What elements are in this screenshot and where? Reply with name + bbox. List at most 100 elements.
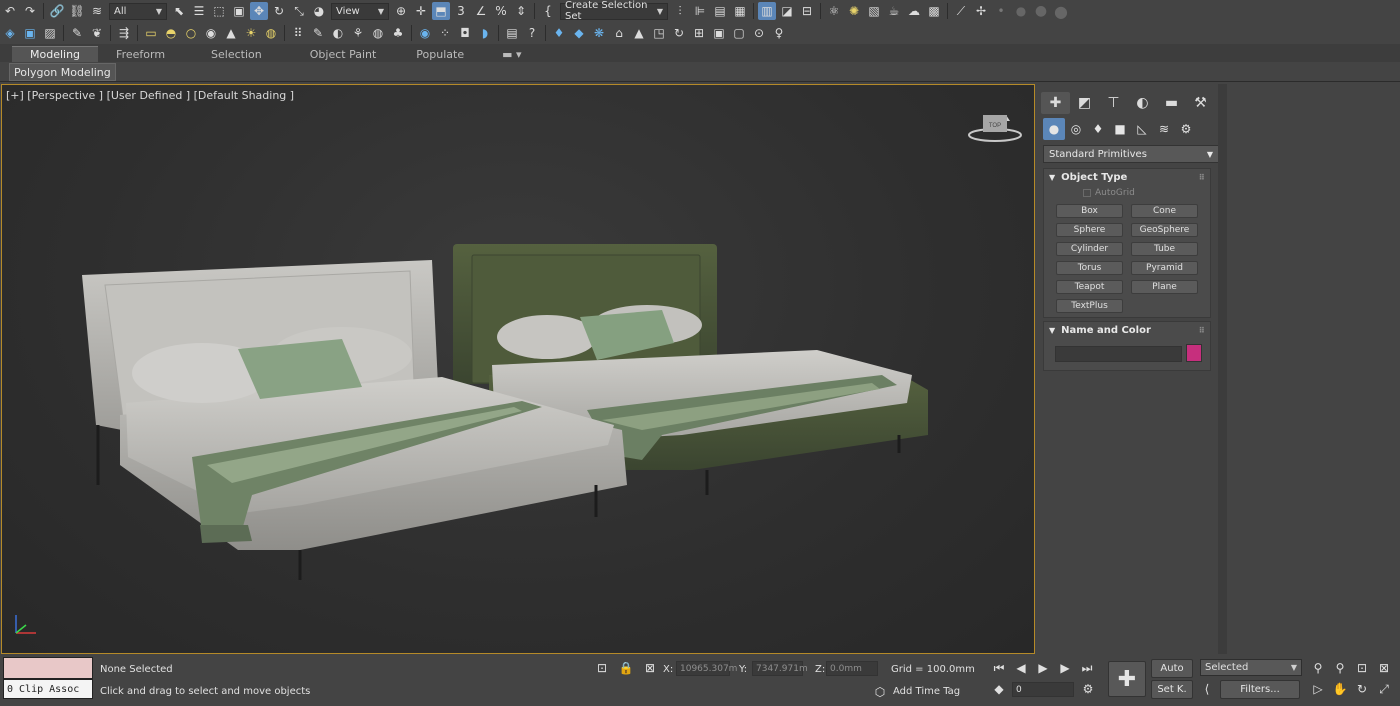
edit-named-sets-icon[interactable]: { [539, 2, 557, 20]
snap-toggle-icon[interactable]: 3 [452, 2, 470, 20]
align-icon[interactable]: ⊫ [691, 2, 709, 20]
tool-j-icon[interactable]: ⊙ [750, 24, 768, 42]
shapes-icon[interactable]: ◎ [1065, 118, 1087, 140]
torus-button[interactable]: Torus [1056, 261, 1123, 275]
add-time-tag[interactable]: Add Time Tag [893, 686, 960, 697]
dot-small-icon[interactable]: • [992, 2, 1010, 20]
zoom-all-icon[interactable]: ⚲ [1332, 660, 1348, 676]
render-in-cloud-icon[interactable]: ☁ [905, 2, 923, 20]
zoom-extents-icon[interactable]: ⊡ [1354, 660, 1370, 676]
isolate-selection-icon[interactable]: ⊡ [594, 660, 610, 676]
plane-button[interactable]: Plane [1131, 280, 1198, 294]
window-crossing-icon[interactable]: ▣ [230, 2, 248, 20]
modify-tab-icon[interactable]: ◩ [1070, 92, 1099, 114]
command-panel-scrollbar[interactable] [1218, 84, 1227, 654]
link-icon[interactable]: 🔗 [48, 2, 66, 20]
undo-icon[interactable]: ↶ [1, 2, 19, 20]
rendered-frame-window-icon[interactable]: ▧ [865, 2, 883, 20]
maximize-viewport-icon[interactable]: ⤢ [1376, 681, 1392, 697]
angle-snap-icon[interactable]: ∠ [472, 2, 490, 20]
rotate-icon[interactable]: ↻ [270, 2, 288, 20]
absolute-mode-icon[interactable]: ⊠ [642, 660, 658, 676]
named-selection-dropdown[interactable]: Create Selection Set ▼ [560, 0, 668, 22]
viewcube[interactable]: TOP [968, 115, 1022, 142]
crosshair-icon[interactable]: ✢ [972, 2, 990, 20]
space-warps-icon[interactable]: ≋ [1153, 118, 1175, 140]
cone-button[interactable]: Cone [1131, 204, 1198, 218]
proxy-icon[interactable]: ⠿ [289, 24, 307, 42]
key-mode-icon[interactable]: ◆ [991, 681, 1007, 697]
a360-gallery-icon[interactable]: ▩ [925, 2, 943, 20]
tab-modeling[interactable]: Modeling [12, 46, 99, 62]
globe-icon[interactable]: ◍ [369, 24, 387, 42]
orbit-icon[interactable]: ↻ [1354, 681, 1370, 697]
sphere-button[interactable]: Sphere [1056, 223, 1123, 237]
spinner-snap-icon[interactable]: ⇕ [512, 2, 530, 20]
ref-coord-dropdown[interactable]: View ▼ [331, 2, 389, 20]
select-object-icon[interactable]: ⬉ [170, 2, 188, 20]
perspective-viewport[interactable]: TOP [+] [Perspective ] [User Defined ] [… [1, 84, 1035, 654]
key-filters-icon[interactable]: ⟨ [1199, 681, 1215, 697]
geometry-icon[interactable]: ● [1043, 118, 1065, 140]
x-coordinate-field[interactable]: 10965.307m [676, 661, 737, 676]
brush-preset-icon[interactable]: ✎ [68, 24, 86, 42]
tube-button[interactable]: Tube [1131, 242, 1198, 256]
light-plane-icon[interactable]: ▭ [142, 24, 160, 42]
pivot-center-icon[interactable]: ⊕ [392, 2, 410, 20]
go-to-end-icon[interactable]: ⏭ [1079, 660, 1095, 676]
z-coordinate-field[interactable]: 0.0mm [826, 661, 878, 676]
polygon-modeling-panel[interactable]: Polygon Modeling [9, 63, 116, 81]
redo-icon[interactable]: ↷ [21, 2, 39, 20]
filters-button[interactable]: Filters... [1220, 680, 1300, 699]
lights-icon[interactable]: ♦ [1087, 118, 1109, 140]
field-of-view-icon[interactable]: ▷ [1310, 681, 1326, 697]
dot-medium-icon[interactable]: ● [1012, 2, 1030, 20]
rect-selection-icon[interactable]: ⬚ [210, 2, 228, 20]
tool-c-icon[interactable]: ⌂ [610, 24, 628, 42]
tab-object-paint[interactable]: Object Paint [290, 46, 397, 62]
schematic-view-icon[interactable]: ⊟ [798, 2, 816, 20]
tab-selection[interactable]: Selection [183, 46, 290, 62]
tool-k-icon[interactable]: ♀ [770, 24, 788, 42]
zoom-icon[interactable]: ⚲ [1310, 660, 1326, 676]
time-tag-icon[interactable]: ⬡ [872, 684, 888, 700]
object-type-header[interactable]: ▼ Object Type ⠿ [1044, 169, 1210, 185]
maxscript-listener-mini[interactable] [3, 657, 93, 679]
set-key-icon[interactable]: ✚ [1108, 661, 1146, 697]
cameras-icon[interactable]: ■ [1109, 118, 1131, 140]
light-spot-icon[interactable]: ▲ [222, 24, 240, 42]
move-icon[interactable]: ✥ [250, 2, 268, 20]
light-omni-icon[interactable]: ◉ [202, 24, 220, 42]
camera-icon[interactable]: ◗ [476, 24, 494, 42]
tool-e-icon[interactable]: ◳ [650, 24, 668, 42]
file-icon[interactable]: ▤ [503, 24, 521, 42]
render-setup-icon[interactable]: ✺ [845, 2, 863, 20]
paint-icon[interactable]: ❦ [88, 24, 106, 42]
brush-icon[interactable]: ⟋ [952, 2, 970, 20]
container-icon[interactable]: ▣ [21, 24, 39, 42]
selection-filter-dropdown[interactable]: All ▼ [109, 2, 167, 20]
zoom-extents-all-icon[interactable]: ⊠ [1376, 660, 1392, 676]
light-dome-icon[interactable]: ◓ [162, 24, 180, 42]
teapot-button[interactable]: Teapot [1056, 280, 1123, 294]
next-frame-icon[interactable]: ▶ [1057, 660, 1073, 676]
object-color-swatch[interactable] [1186, 344, 1202, 362]
light-sphere-icon[interactable]: ○ [182, 24, 200, 42]
viewport-label[interactable]: [+] [Perspective ] [User Defined ] [Defa… [6, 89, 294, 102]
systems-icon[interactable]: ⚙ [1175, 118, 1197, 140]
autogrid-checkbox[interactable]: AutoGrid [1083, 188, 1135, 198]
color-dots-icon[interactable]: ⁘ [436, 24, 454, 42]
textplus-button[interactable]: TextPlus [1056, 299, 1123, 313]
tool-b-icon[interactable]: ❋ [590, 24, 608, 42]
tab-freeform[interactable]: Freeform [98, 46, 183, 62]
scale-icon[interactable]: ⤡ [290, 2, 308, 20]
help-icon[interactable]: ? [523, 24, 541, 42]
dot-large-icon[interactable]: ● [1032, 2, 1050, 20]
keyboard-shortcut-override-icon[interactable]: ⬒ [432, 2, 450, 20]
toggle-scene-explorer-icon[interactable]: ▤ [711, 2, 729, 20]
play-icon[interactable]: ▶ [1035, 660, 1051, 676]
light-bulb-icon[interactable]: ♦ [550, 24, 568, 42]
select-manipulate-icon[interactable]: ✛ [412, 2, 430, 20]
scatter-icon[interactable]: ⚘ [349, 24, 367, 42]
sky-icon[interactable]: ◍ [262, 24, 280, 42]
